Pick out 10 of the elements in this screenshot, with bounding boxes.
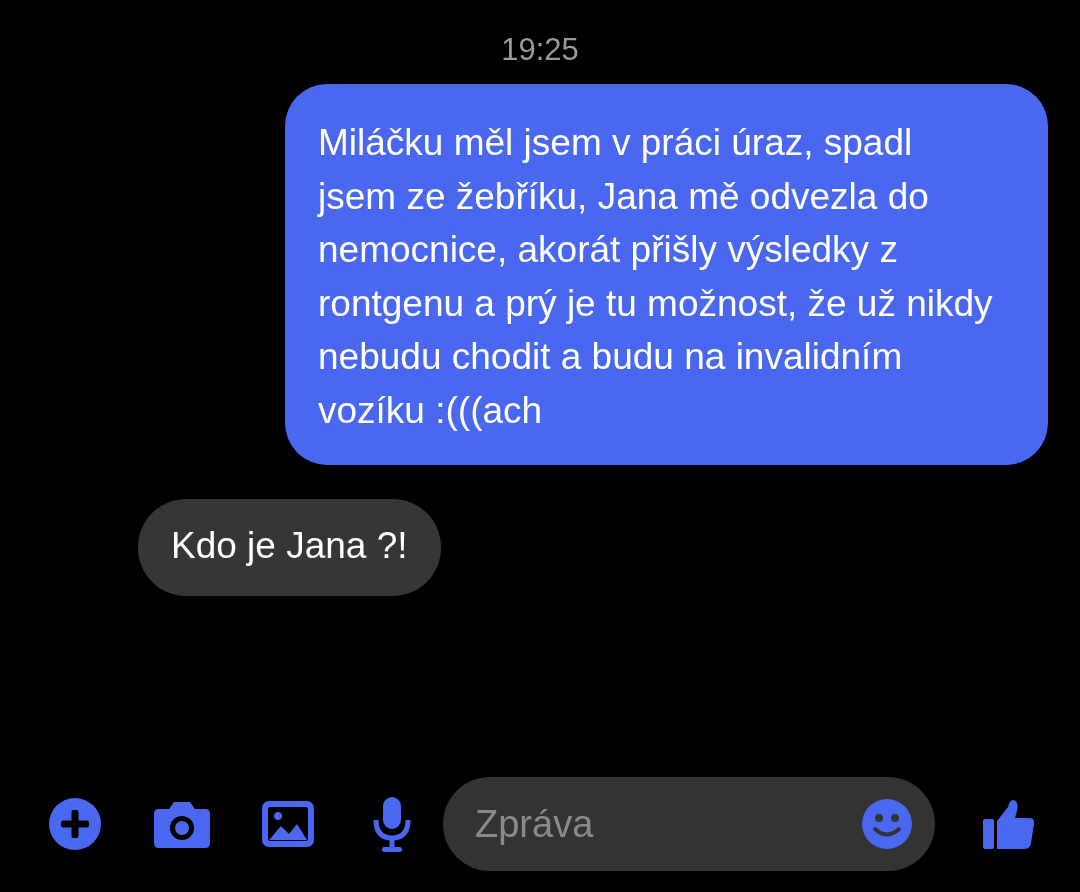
image-icon[interactable] bbox=[261, 800, 315, 848]
microphone-icon[interactable] bbox=[372, 796, 412, 852]
thumbs-up-icon[interactable] bbox=[982, 797, 1036, 851]
emoji-icon[interactable] bbox=[861, 798, 913, 850]
camera-icon[interactable] bbox=[153, 799, 211, 849]
add-icon[interactable] bbox=[47, 796, 103, 852]
message-bubble: Kdo je Jana ?! bbox=[138, 499, 441, 596]
message-bubble: Miláčku měl jsem v práci úraz, spadl jsem ze žebříku, Jana mě odvezla do nemocnice, akorát přišly výsledky z rontgenu a prý je tu možnost, že už nikdy nebudu chodit a budu na invalidním vozíku :(((ach bbox=[285, 84, 1048, 465]
message-field[interactable]: Zpráva bbox=[443, 777, 935, 871]
timestamp: 19:25 bbox=[500, 31, 580, 69]
